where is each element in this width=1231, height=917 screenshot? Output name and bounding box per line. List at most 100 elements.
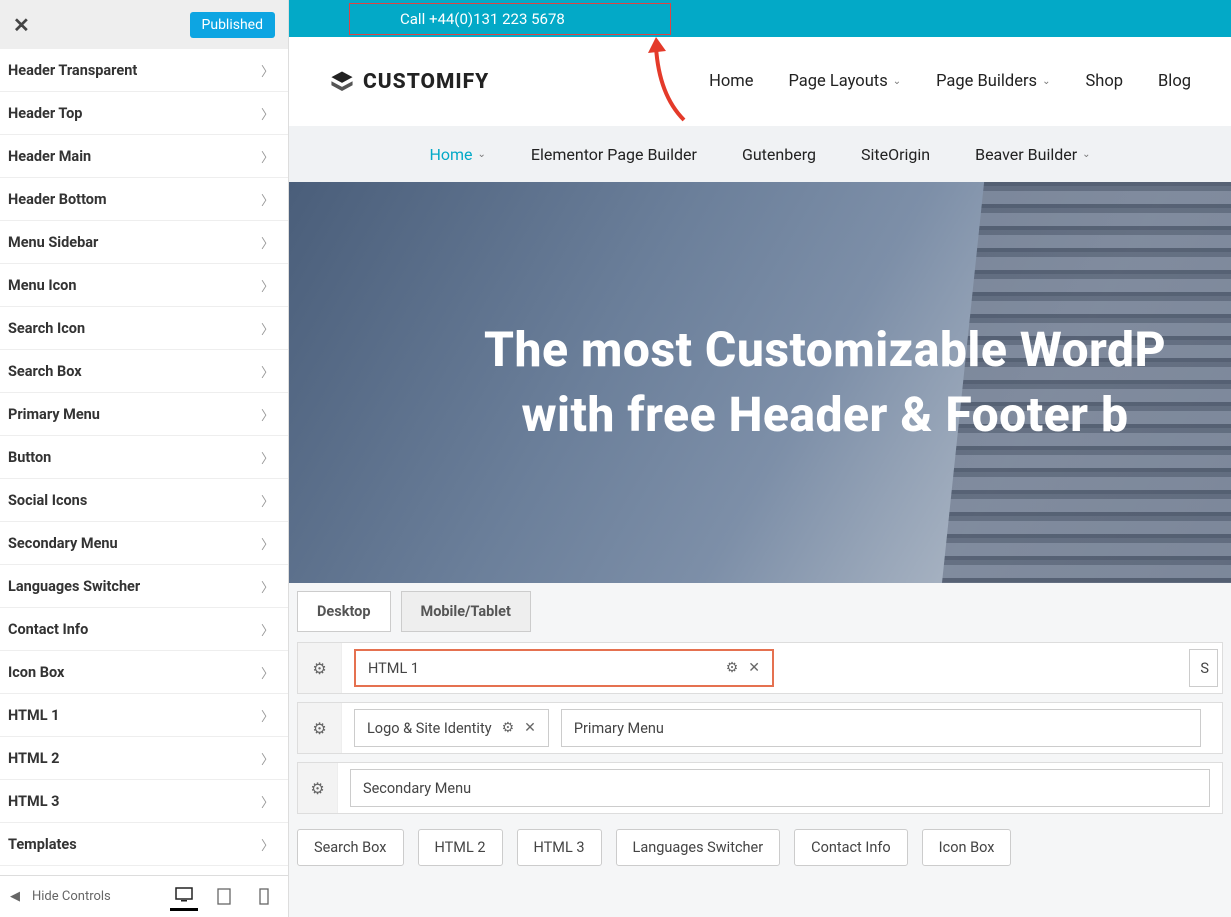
gear-icon[interactable]: ⚙ [726, 660, 739, 676]
panel-item[interactable]: Menu Icon 〉 [0, 264, 288, 307]
header-main: CUSTOMIFY Home Page Layouts⌄ Page Builders… [289, 37, 1231, 126]
panel-item[interactable]: Languages Switcher〉 [0, 565, 288, 608]
close-icon[interactable]: ✕ [748, 660, 760, 676]
gear-icon[interactable]: ⚙ [298, 763, 338, 813]
close-icon[interactable]: ✕ [524, 720, 536, 736]
panel-item[interactable]: Header Bottom 〉 [0, 178, 288, 221]
panel-item[interactable]: Header Transparent〉 [0, 49, 288, 92]
widget-overflow[interactable]: S [1189, 649, 1218, 687]
gear-icon[interactable]: ⚙ [502, 720, 515, 736]
panel-item[interactable]: Header Top 〉 [0, 92, 288, 135]
collapse-icon[interactable]: ◀ [10, 889, 20, 904]
panel-label: Templates [8, 836, 77, 853]
chevron-right-icon: 〉 [261, 405, 274, 424]
panel-item[interactable]: Templates 〉 [0, 823, 288, 866]
topbar-html-widget: Call +44(0)131 223 5678 [349, 3, 671, 35]
chevron-right-icon: 〉 [261, 276, 274, 295]
chevron-right-icon: 〉 [261, 491, 274, 510]
panel-label: Languages Switcher [8, 578, 140, 595]
widget-pill[interactable]: Icon Box [922, 829, 1012, 866]
secondary-menu: Home⌄ Elementor Page Builder Gutenberg Site… [289, 126, 1231, 182]
customizer-sidebar: ✕ Published Header Transparent〉Header To… [0, 0, 289, 917]
nav-item[interactable]: Shop [1085, 72, 1123, 91]
chevron-right-icon: 〉 [261, 749, 274, 768]
desktop-preview-icon[interactable] [170, 883, 198, 911]
panel-item[interactable]: Icon Box〉 [0, 651, 288, 694]
panel-item[interactable]: Social Icons〉 [0, 479, 288, 522]
panel-item[interactable]: HTML 1〉 [0, 694, 288, 737]
panel-item[interactable]: Search Box〉 [0, 350, 288, 393]
site-logo[interactable]: CUSTOMIFY [329, 69, 489, 95]
panel-label: Header Top [8, 105, 82, 122]
panel-label: HTML 2 [8, 750, 59, 767]
chevron-right-icon: 〉 [261, 233, 274, 252]
panel-list: Header Transparent〉Header Top〉Header Mai… [0, 49, 288, 875]
header-top-bar: Call +44(0)131 223 5678 [289, 0, 1231, 37]
gear-icon[interactable]: ⚙ [298, 643, 342, 693]
widget-primary-menu[interactable]: Primary Menu [561, 709, 1201, 747]
mobile-preview-icon[interactable] [250, 883, 278, 911]
panel-item[interactable]: Button 〉 [0, 436, 288, 479]
hide-controls-label[interactable]: Hide Controls [32, 889, 111, 904]
widget-pill[interactable]: Languages Switcher [616, 829, 781, 866]
panel-item[interactable]: Primary Menu 〉 [0, 393, 288, 436]
chevron-right-icon: 〉 [261, 319, 274, 338]
chevron-right-icon: 〉 [261, 534, 274, 553]
tablet-preview-icon[interactable] [210, 883, 238, 911]
logo-text: CUSTOMIFY [363, 70, 489, 94]
widget-secondary-menu[interactable]: Secondary Menu [350, 769, 1210, 807]
available-widgets: Search Box HTML 2 HTML 3 Languages Switcher… [297, 829, 1223, 866]
panel-item[interactable]: Contact Info 〉 [0, 608, 288, 651]
panel-label: Search Box [8, 363, 82, 380]
builder-row-top: ⚙ HTML 1 ⚙ ✕ S [297, 642, 1223, 694]
gear-icon[interactable]: ⚙ [298, 703, 342, 753]
panel-item[interactable]: HTML 2 〉 [0, 737, 288, 780]
chevron-right-icon: 〉 [261, 190, 274, 209]
panel-label: HTML 3 [8, 793, 59, 810]
subnav-item[interactable]: SiteOrigin [861, 145, 930, 164]
panel-label: Header Bottom [8, 191, 107, 208]
panel-label: Contact Info [8, 621, 88, 638]
widget-pill[interactable]: HTML 2 [418, 829, 503, 866]
panel-label: Search Icon [8, 320, 85, 337]
chevron-right-icon: 〉 [261, 104, 274, 123]
chevron-right-icon: 〉 [261, 147, 274, 166]
panel-item[interactable]: Secondary Menu 〉 [0, 522, 288, 565]
nav-item[interactable]: Home [709, 72, 753, 91]
chevron-right-icon: 〉 [261, 835, 274, 854]
panel-item[interactable]: Search Icon 〉 [0, 307, 288, 350]
builder-row-main: ⚙ Logo & Site Identity ⚙ ✕ Primary Menu [297, 702, 1223, 754]
nav-item[interactable]: Page Layouts⌄ [788, 72, 901, 91]
tab-desktop[interactable]: Desktop [297, 591, 391, 632]
nav-item[interactable]: Page Builders⌄ [936, 72, 1050, 91]
panel-item[interactable]: Header Main〉 [0, 135, 288, 178]
panel-label: Primary Menu [8, 406, 100, 423]
builder-tabs: Desktop Mobile/Tablet [297, 591, 1223, 632]
widget-html-1[interactable]: HTML 1 ⚙ ✕ [354, 649, 774, 687]
widget-logo-identity[interactable]: Logo & Site Identity ⚙ ✕ [354, 709, 549, 747]
subnav-item[interactable]: Home⌄ [429, 145, 485, 164]
panel-label: HTML 1 [8, 707, 59, 724]
chevron-right-icon: 〉 [261, 61, 274, 80]
panel-label: Menu Icon [8, 277, 77, 294]
nav-item[interactable]: Blog [1158, 72, 1191, 91]
subnav-item[interactable]: Beaver Builder⌄ [975, 145, 1090, 164]
close-icon[interactable]: ✕ [13, 15, 30, 35]
panel-item[interactable]: Menu Sidebar〉 [0, 221, 288, 264]
widget-pill[interactable]: HTML 3 [517, 829, 602, 866]
panel-item[interactable]: HTML 3〉 [0, 780, 288, 823]
chevron-down-icon: ⌄ [1042, 76, 1050, 87]
tab-mobile[interactable]: Mobile/Tablet [401, 591, 531, 632]
hero-section: The most Customizable WordP with free He… [289, 182, 1231, 583]
panel-label: Secondary Menu [8, 535, 118, 552]
widget-pill[interactable]: Search Box [297, 829, 404, 866]
panel-label: Button [8, 449, 51, 466]
panel-label: Icon Box [8, 664, 64, 681]
subnav-item[interactable]: Elementor Page Builder [531, 145, 697, 164]
chevron-right-icon: 〉 [261, 620, 274, 639]
publish-button[interactable]: Published [190, 12, 275, 38]
widget-pill[interactable]: Contact Info [794, 829, 908, 866]
chevron-down-icon: ⌄ [893, 76, 901, 87]
subnav-item[interactable]: Gutenberg [742, 145, 816, 164]
chevron-right-icon: 〉 [261, 448, 274, 467]
